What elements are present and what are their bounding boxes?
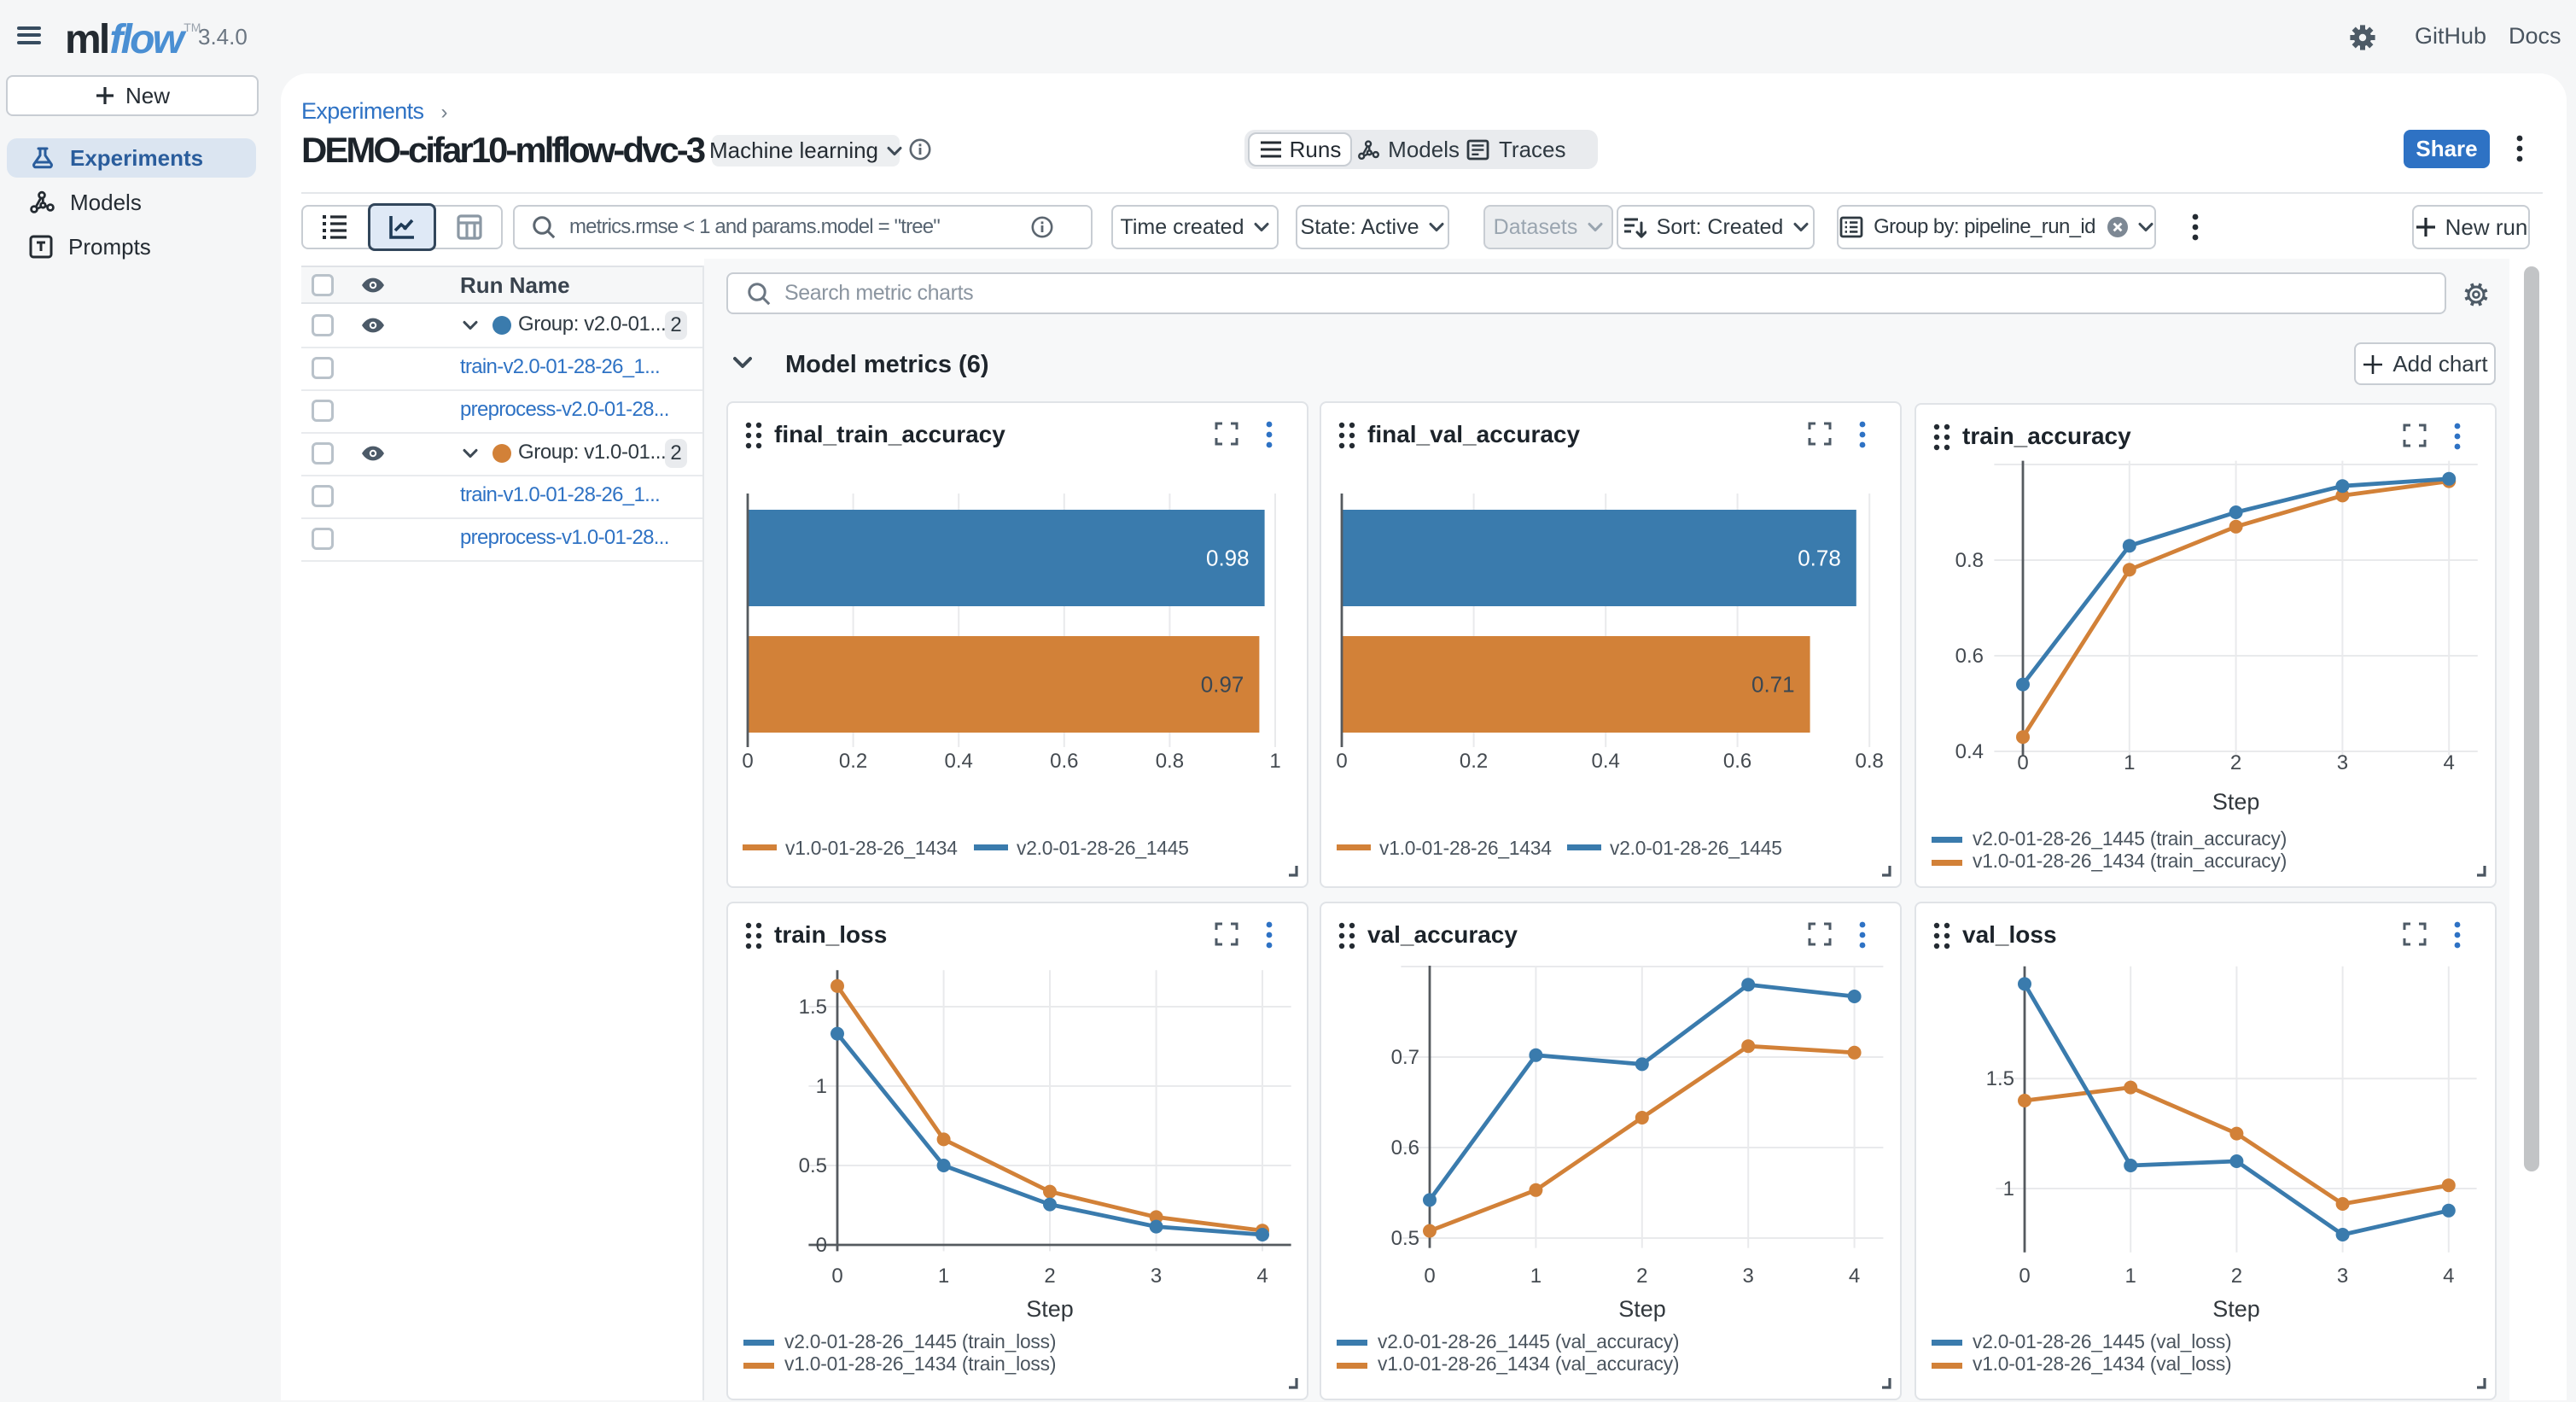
svg-text:0.5: 0.5 xyxy=(799,1154,827,1177)
svg-text:1: 1 xyxy=(938,1265,949,1288)
svg-text:2: 2 xyxy=(2231,1265,2242,1288)
svg-text:Step: Step xyxy=(2212,789,2260,815)
svg-text:0.97: 0.97 xyxy=(1201,671,1244,697)
svg-text:0.71: 0.71 xyxy=(1751,671,1795,697)
svg-text:0.4: 0.4 xyxy=(1955,740,1984,763)
svg-text:Step: Step xyxy=(1618,1296,1666,1322)
svg-text:0.6: 0.6 xyxy=(1955,645,1984,668)
svg-text:3: 3 xyxy=(1743,1265,1754,1288)
svg-text:2: 2 xyxy=(1636,1265,1647,1288)
svg-text:0.7: 0.7 xyxy=(1391,1046,1419,1069)
svg-text:2: 2 xyxy=(2230,751,2241,774)
svg-text:1: 1 xyxy=(2003,1177,2014,1200)
svg-text:Step: Step xyxy=(1026,1296,1074,1322)
svg-text:3: 3 xyxy=(2337,1265,2348,1288)
svg-text:4: 4 xyxy=(1256,1265,1268,1288)
svg-text:0: 0 xyxy=(742,750,753,773)
svg-text:1: 1 xyxy=(1269,750,1280,773)
svg-text:0.6: 0.6 xyxy=(1723,750,1751,773)
svg-text:0.4: 0.4 xyxy=(945,750,973,773)
svg-text:0: 0 xyxy=(816,1234,827,1257)
svg-text:1.5: 1.5 xyxy=(799,996,827,1019)
svg-text:0.8: 0.8 xyxy=(1856,750,1884,773)
svg-text:1: 1 xyxy=(816,1075,827,1098)
svg-text:1.5: 1.5 xyxy=(1986,1067,2014,1090)
svg-text:0.5: 0.5 xyxy=(1391,1227,1419,1250)
svg-text:4: 4 xyxy=(2444,751,2455,774)
svg-text:3: 3 xyxy=(2337,751,2348,774)
svg-text:1: 1 xyxy=(1530,1265,1542,1288)
svg-text:0: 0 xyxy=(2019,1265,2030,1288)
svg-text:1: 1 xyxy=(2124,751,2135,774)
svg-text:0.98: 0.98 xyxy=(1206,545,1250,570)
svg-text:0.2: 0.2 xyxy=(1460,750,1488,773)
svg-text:Step: Step xyxy=(2212,1296,2260,1322)
svg-text:0: 0 xyxy=(1424,1265,1435,1288)
svg-text:0: 0 xyxy=(2017,751,2028,774)
svg-text:0.8: 0.8 xyxy=(1955,549,1984,572)
svg-text:4: 4 xyxy=(2443,1265,2454,1288)
svg-text:0.6: 0.6 xyxy=(1050,750,1078,773)
svg-text:4: 4 xyxy=(1849,1265,1860,1288)
svg-text:0.4: 0.4 xyxy=(1592,750,1620,773)
svg-text:0.78: 0.78 xyxy=(1798,545,1841,570)
svg-text:0.2: 0.2 xyxy=(839,750,867,773)
svg-text:2: 2 xyxy=(1044,1265,1055,1288)
svg-text:0: 0 xyxy=(1336,750,1347,773)
svg-text:3: 3 xyxy=(1151,1265,1162,1288)
svg-text:0: 0 xyxy=(831,1265,842,1288)
svg-text:1: 1 xyxy=(2125,1265,2136,1288)
svg-text:0.8: 0.8 xyxy=(1156,750,1184,773)
svg-text:0.6: 0.6 xyxy=(1391,1136,1419,1160)
